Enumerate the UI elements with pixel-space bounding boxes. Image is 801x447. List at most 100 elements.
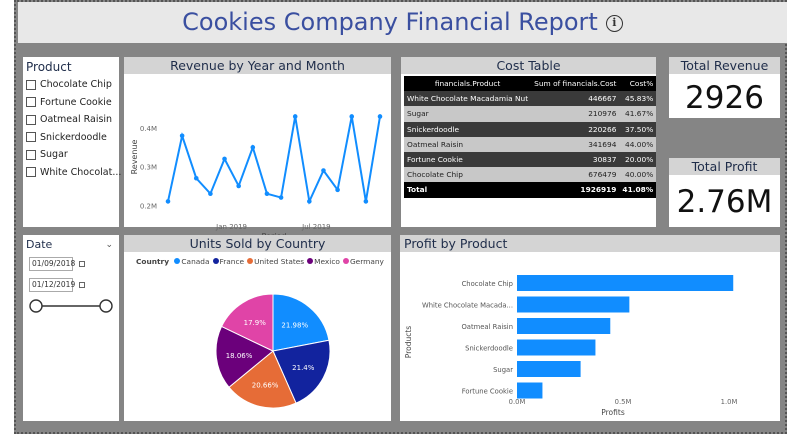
data-point	[250, 145, 256, 150]
legend-label: Canada	[181, 257, 210, 266]
total-profit-card: Total Profit 2.76M	[669, 158, 780, 227]
legend-label: Mexico	[314, 257, 340, 266]
table-cell: Snickerdoodle	[404, 121, 532, 137]
chevron-down-icon[interactable]: ⌄	[105, 240, 113, 250]
table-row[interactable]: Oatmeal Raisin 341694 44.00%	[404, 136, 657, 152]
table-row[interactable]: White Chocolate Macadamia Nut 446667 45.83…	[404, 91, 657, 107]
profit-bar	[517, 275, 734, 291]
legend-item[interactable]: Canada	[174, 257, 210, 266]
table-cell: 20.00%	[619, 151, 657, 168]
checkbox[interactable]	[26, 132, 36, 143]
calendar-icon[interactable]	[79, 261, 85, 267]
legend-marker	[174, 258, 181, 264]
product-slicer-item-label: Chocolate Chip	[40, 79, 112, 91]
table-cell: 41.67%	[619, 106, 657, 122]
product-slicer-item-label: White Chocolat...	[40, 166, 122, 178]
legend-item[interactable]: France	[212, 257, 245, 266]
category-label: Snickerdoodle	[465, 345, 513, 353]
units-chart-title: Units Sold by Country	[124, 235, 391, 252]
data-point	[335, 187, 340, 193]
profit-bar	[517, 318, 611, 334]
date-range-slider[interactable]	[23, 297, 119, 317]
legend-item[interactable]: Germany	[342, 257, 384, 266]
product-slicer-item[interactable]: White Chocolat...	[23, 164, 122, 182]
date-slicer-title: Date	[26, 238, 53, 251]
category-label: Sugar	[493, 366, 513, 374]
table-row[interactable]: Fortune Cookie 30837 20.00%	[404, 151, 657, 168]
y-axis-label: Products	[404, 326, 413, 358]
total-revenue-value: 2926	[685, 80, 764, 116]
product-slicer-item-label: Oatmeal Raisin	[40, 114, 113, 126]
category-label: Oatmeal Raisin	[461, 323, 513, 331]
start-date-input[interactable]: 01/09/2018	[29, 257, 75, 271]
legend-marker	[307, 258, 314, 264]
data-point	[222, 156, 227, 162]
table-row[interactable]: Chocolate Chip 676479 40.00%	[404, 167, 657, 183]
table-cell: 40.00%	[619, 167, 657, 183]
data-point	[208, 191, 213, 196]
product-slicer-item[interactable]: Fortune Cookie	[23, 94, 119, 112]
table-cell: 220266	[531, 121, 620, 137]
product-slicer-item[interactable]: Sugar	[23, 146, 119, 164]
table-cell: 446667	[531, 91, 620, 107]
table-cell: 30837	[531, 151, 620, 168]
info-icon[interactable]: i	[605, 15, 623, 32]
table-total-cell: 1926919	[531, 182, 620, 198]
revenue-chart-title: Revenue by Year and Month	[124, 57, 391, 74]
data-point	[349, 114, 355, 119]
data-point	[264, 191, 270, 196]
data-point	[236, 183, 241, 189]
table-header-cell[interactable]: Sum of financials.Cost	[531, 76, 620, 92]
category-label: White Chocolate Macada...	[422, 302, 513, 310]
profit-chart-title: Profit by Product	[400, 235, 780, 252]
end-date-input[interactable]: 01/12/2019	[29, 278, 75, 292]
total-profit-value: 2.76M	[676, 184, 773, 220]
data-point	[278, 195, 284, 200]
table-header-cell[interactable]: Cost%	[619, 76, 657, 92]
calendar-icon[interactable]	[79, 282, 85, 288]
table-row[interactable]: Sugar 210976 41.67%	[404, 106, 657, 122]
product-slicer-list: Chocolate Chip Fortune Cookie Oatmeal Rais…	[23, 76, 122, 182]
table-total-cell: 41.08%	[619, 182, 657, 198]
product-slicer-item[interactable]: Chocolate Chip	[23, 76, 119, 94]
product-slicer-item-label: Snickerdoodle	[40, 131, 107, 143]
pie-legend: Country Canada France United States Mexico G…	[124, 252, 391, 266]
legend-marker	[342, 258, 349, 264]
data-point	[292, 114, 298, 119]
checkbox[interactable]	[26, 97, 36, 108]
checkbox[interactable]	[26, 149, 36, 160]
x-tick-label: Jan 2019	[215, 223, 247, 231]
checkbox[interactable]	[26, 167, 36, 178]
slice-label: 17.9%	[244, 319, 267, 327]
table-cell: 676479	[531, 167, 620, 183]
table-header-cell[interactable]: financials.Product	[404, 76, 532, 92]
dashboard-canvas: Cookies Company Financial Report i Produc…	[14, 0, 787, 434]
product-slicer-item[interactable]: Snickerdoodle	[23, 129, 119, 147]
profit-bar-chart[interactable]: Chocolate Chip White Chocolate Macada... O…	[400, 252, 780, 421]
data-point	[165, 199, 171, 204]
table-row[interactable]: Snickerdoodle 220266 37.50%	[404, 121, 657, 137]
product-slicer-title: Product	[26, 60, 72, 74]
date-slicer: Date ⌄ 01/09/2018 01/12/2019	[23, 235, 119, 421]
revenue-line-chart[interactable]: 0.2M0.3M0.4MJan 2019Jul 2019PeriodRevenu…	[124, 74, 391, 244]
table-cell: Oatmeal Raisin	[404, 136, 532, 152]
table-cell: White Chocolate Macadamia Nut	[404, 91, 532, 107]
product-slicer-item[interactable]: Oatmeal Raisin	[23, 111, 119, 129]
cost-table: financials.Product Sum of financials.Cost…	[404, 76, 657, 198]
units-pie-chart[interactable]: 21.98% 21.4% 20.66% 18.06% 17.9%	[124, 268, 391, 418]
data-point	[193, 175, 199, 181]
legend-item[interactable]: United States	[247, 257, 304, 266]
slice-label: 21.98%	[281, 322, 308, 330]
table-cell: Chocolate Chip	[404, 167, 532, 183]
checkbox[interactable]	[26, 79, 36, 90]
slider-start-handle	[29, 299, 43, 313]
checkbox[interactable]	[26, 114, 36, 125]
legend-label: Germany	[349, 257, 384, 266]
table-cell: 210976	[531, 106, 620, 122]
x-tick-label: 1.0M	[721, 398, 738, 406]
legend-item[interactable]: Mexico	[307, 257, 340, 266]
legend-label: France	[219, 257, 245, 266]
product-slicer-item-label: Fortune Cookie	[40, 96, 112, 108]
x-tick-label: 0.0M	[509, 398, 526, 406]
profit-bar	[517, 361, 581, 377]
